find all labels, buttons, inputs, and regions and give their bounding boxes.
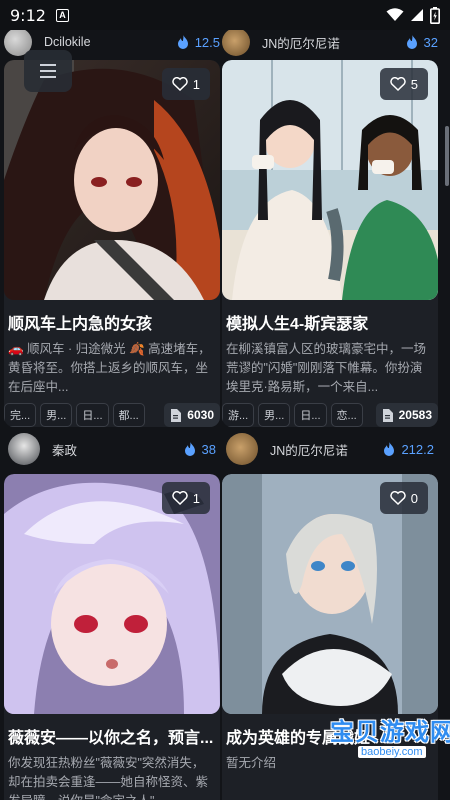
like-button[interactable]: 1 <box>161 68 210 100</box>
flame-icon <box>406 35 417 49</box>
tag[interactable]: 男... <box>40 403 73 427</box>
word-count-value: 6030 <box>187 408 214 422</box>
story-card[interactable]: 5 模拟人生4-斯宾瑟家 在柳溪镇富人区的玻璃豪宅中，一场荒谬的"闪婚"刚刚落下… <box>222 60 438 427</box>
like-count: 5 <box>410 76 418 92</box>
flame-icon <box>384 442 395 456</box>
heat-value: 38 <box>201 441 216 457</box>
card-title[interactable]: 顺风车上内急的女孩 <box>4 300 220 340</box>
status-icons <box>386 6 440 24</box>
tag[interactable]: 日... <box>294 403 327 427</box>
signal-icon <box>411 9 423 21</box>
wifi-icon <box>386 8 404 21</box>
hamburger-icon <box>40 64 56 78</box>
status-bar: 9:12 A <box>0 0 450 30</box>
tag[interactable]: 男... <box>258 403 291 427</box>
like-count: 1 <box>192 76 200 92</box>
card-description: 你发现狂热粉丝"薇薇安"突然消失，却在拍卖会重逢——她自称怪资、紫发异瞳，说你是… <box>8 756 209 800</box>
watermark-text: 宝贝游戏网 <box>330 719 450 746</box>
tag[interactable]: 都... <box>112 403 145 427</box>
watermark-url: baobeiy.com <box>358 746 426 758</box>
card-title[interactable]: 模拟人生4-斯宾瑟家 <box>222 300 438 340</box>
like-button[interactable]: 1 <box>161 482 210 514</box>
heart-icon <box>390 491 406 505</box>
avatar[interactable] <box>8 433 40 465</box>
word-count-value: 20583 <box>398 408 432 422</box>
cover-image[interactable]: 0 <box>222 474 438 714</box>
card-description: 在柳溪镇富人区的玻璃豪宅中，一场荒谬的"闪婚"刚刚落下帷幕。你扮演埃里克·路易斯… <box>226 342 427 394</box>
status-time: 9:12 <box>10 5 46 25</box>
card-description: 🚗 顺风车 · 归途微光 🍂 高速堵车，黄昏将至。你搭上返乡的顺风车，坐在后座中… <box>8 342 211 394</box>
heat-count: 32 <box>406 35 438 50</box>
avatar[interactable] <box>226 433 258 465</box>
heat-value: 32 <box>423 34 438 50</box>
flame-icon <box>177 35 188 49</box>
story-card[interactable]: 1 顺风车上内急的女孩 🚗 顺风车 · 归途微光 🍂 高速堵车，黄昏将至。你搭上… <box>4 60 220 427</box>
story-card[interactable]: 1 薇薇安——以你之名，预言... 你发现狂热粉丝"薇薇安"突然消失，却在拍卖会… <box>4 474 220 800</box>
flame-icon <box>184 442 195 456</box>
tag[interactable]: 恋... <box>330 403 363 427</box>
word-count: 20583 <box>375 403 438 427</box>
story-feed[interactable]: Dcilokile 12.5 JN的厄尔尼诺 32 1 顺风车上内急的女孩 🚗 … <box>0 30 450 800</box>
site-watermark: 宝贝游戏网 baobeiy.com <box>330 708 450 770</box>
tag-row: 游... 男... 日... 恋... 20583 <box>222 397 438 427</box>
heart-icon <box>172 77 188 91</box>
tag[interactable]: 游... <box>222 403 255 427</box>
like-button[interactable]: 0 <box>379 482 428 514</box>
cover-image[interactable]: 1 <box>4 60 220 300</box>
cover-image[interactable]: 1 <box>4 474 220 714</box>
menu-button[interactable] <box>24 50 72 92</box>
tag[interactable]: 日... <box>76 403 109 427</box>
heart-icon <box>390 77 406 91</box>
notification-icon: A <box>55 8 69 22</box>
avatar[interactable] <box>222 30 250 56</box>
like-button[interactable]: 5 <box>379 68 428 100</box>
like-count: 1 <box>192 490 200 506</box>
author-name[interactable]: Dcilokile <box>44 35 91 49</box>
cover-image[interactable]: 5 <box>222 60 438 300</box>
word-count: 6030 <box>164 403 220 427</box>
card-title[interactable]: 薇薇安——以你之名，预言... <box>4 714 220 754</box>
heat-count: 212.2 <box>383 442 434 457</box>
document-icon <box>382 408 393 422</box>
author-name[interactable]: 秦政 <box>52 440 77 459</box>
author-row[interactable]: JN的厄尔尼诺 32 <box>222 30 438 56</box>
document-icon <box>171 408 182 422</box>
like-count: 0 <box>410 490 418 506</box>
tag[interactable]: 完... <box>4 403 37 427</box>
heart-icon <box>172 491 188 505</box>
heat-value: 12.5 <box>194 34 220 50</box>
battery-icon <box>430 6 440 24</box>
author-row[interactable]: JN的厄尔尼诺 212.2 <box>222 432 438 466</box>
author-name[interactable]: JN的厄尔尼诺 <box>262 33 340 52</box>
scrollbar-thumb[interactable] <box>445 126 449 186</box>
author-row[interactable]: 秦政 38 <box>4 432 220 466</box>
tag-row: 完... 男... 日... 都... 6030 <box>4 397 220 427</box>
heat-count: 38 <box>184 442 216 457</box>
heat-count: 12.5 <box>177 35 220 50</box>
author-name[interactable]: JN的厄尔尼诺 <box>270 440 348 459</box>
heat-value: 212.2 <box>401 441 434 457</box>
